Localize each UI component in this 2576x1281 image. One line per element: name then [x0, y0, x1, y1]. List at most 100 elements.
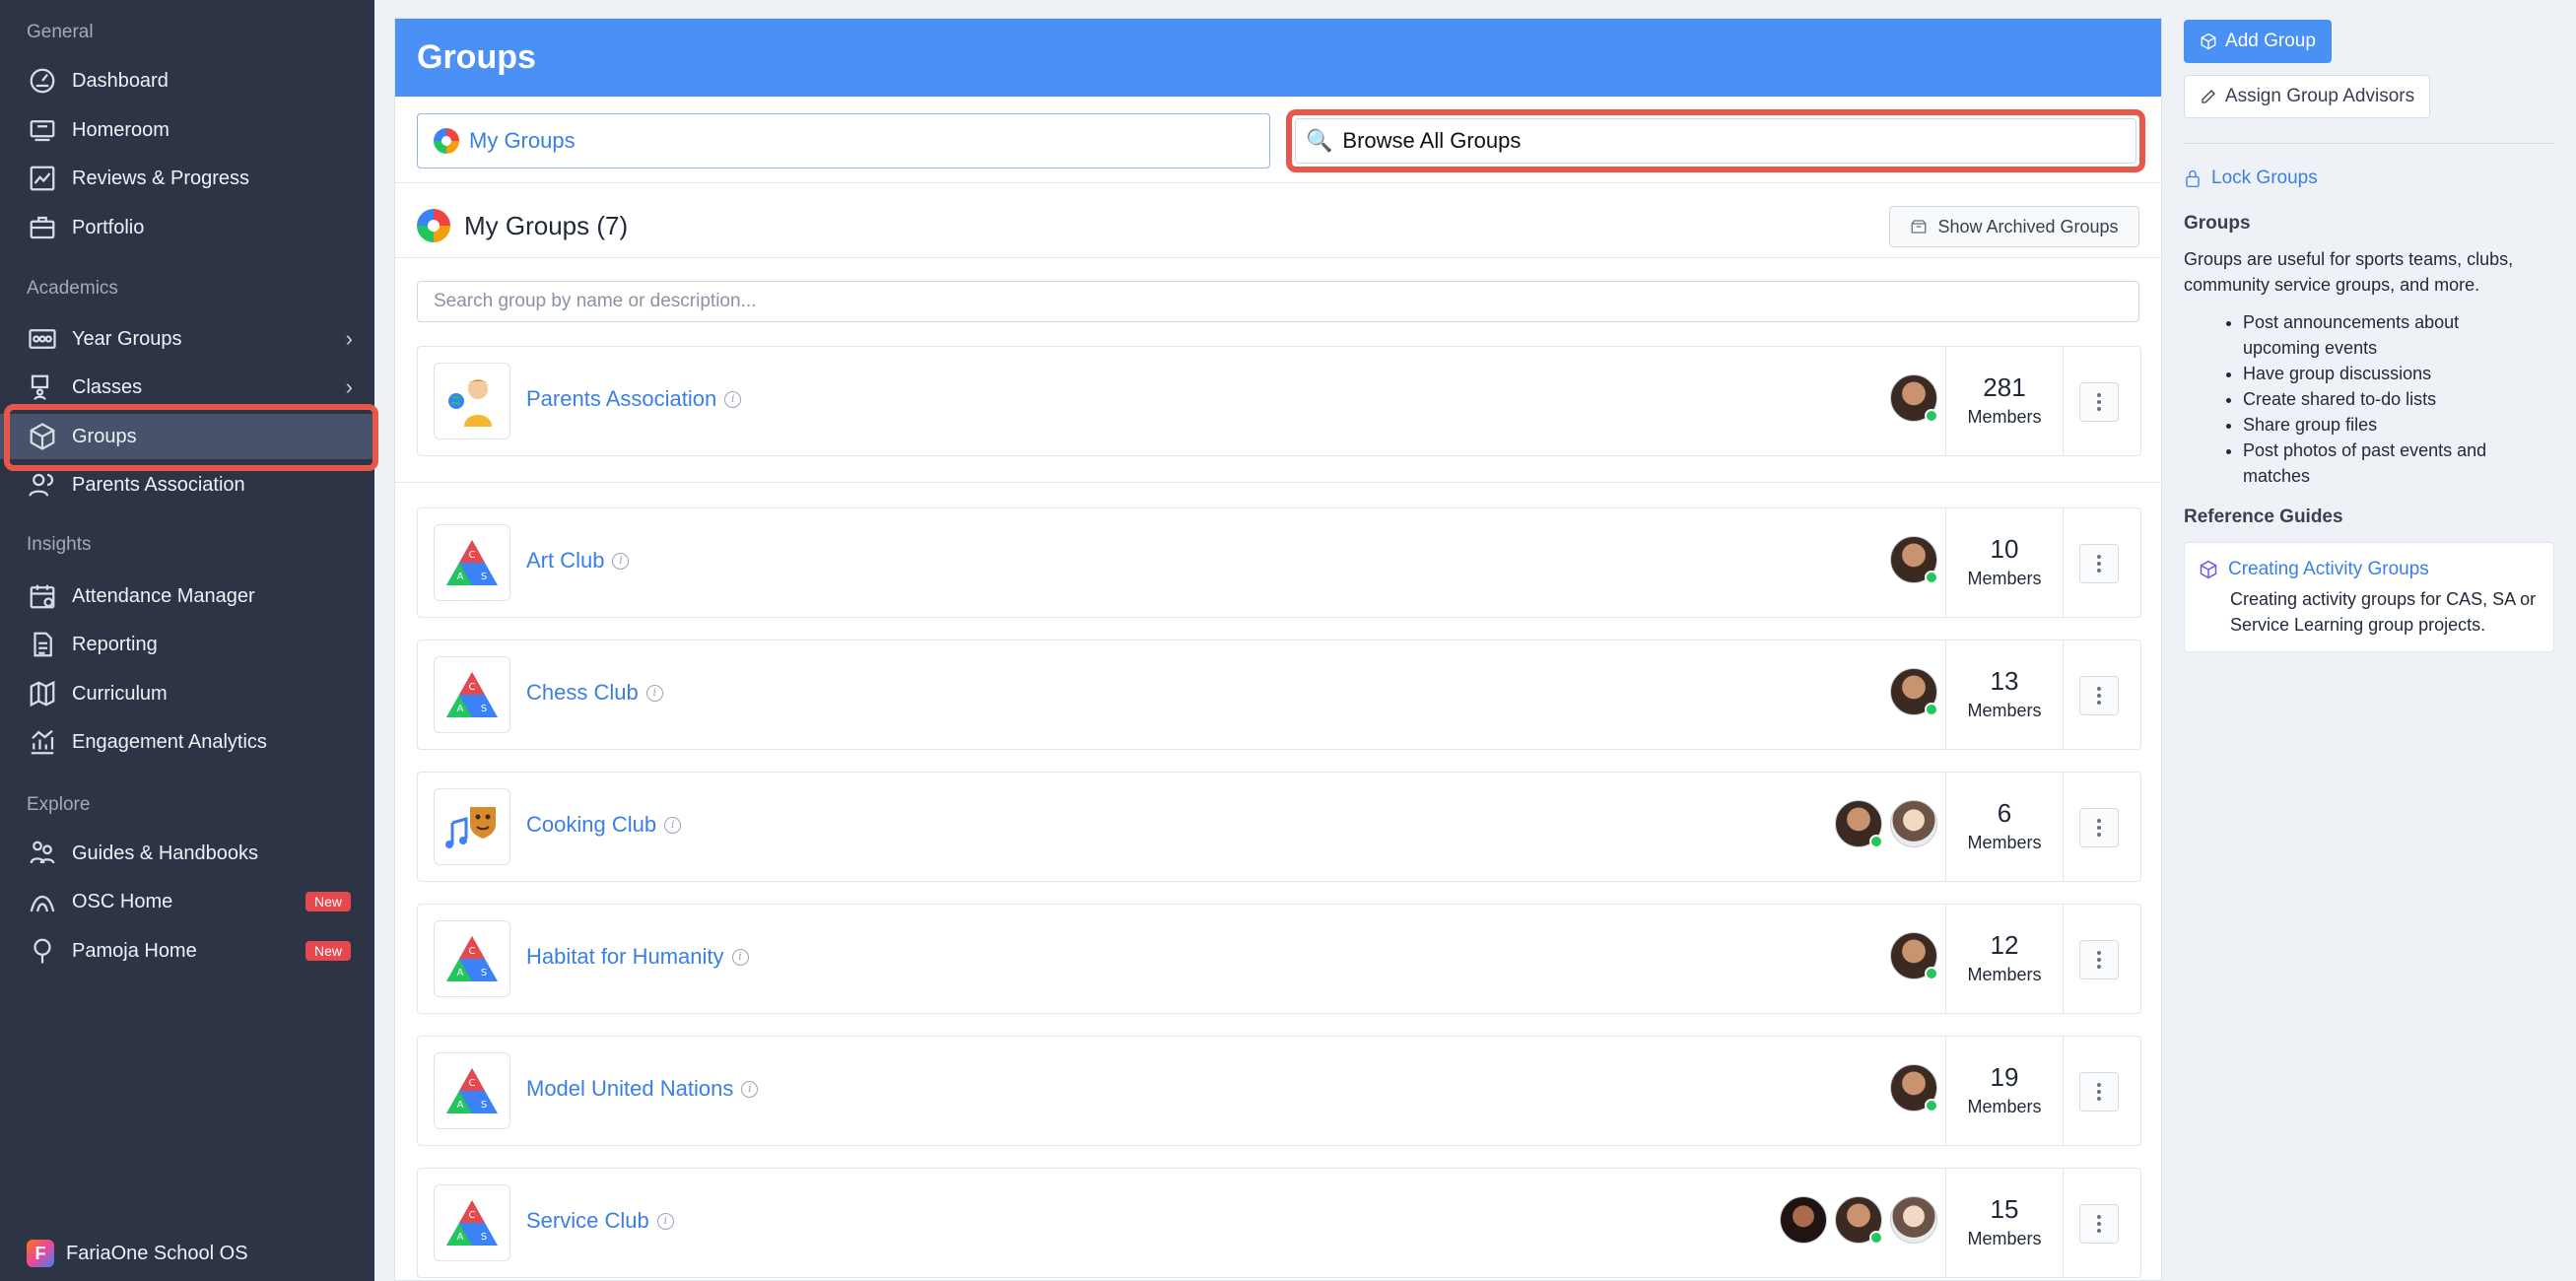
new-badge: New [305, 892, 351, 911]
cas-logo: C A S [434, 920, 510, 997]
svg-text:A: A [457, 572, 464, 582]
info-icon[interactable]: i [724, 390, 742, 408]
avatar[interactable] [1835, 800, 1883, 848]
cas-triangle-icon: C A S [446, 672, 498, 717]
sidebar-item-curriculum[interactable]: Curriculum [0, 671, 374, 716]
group-name: Model United Nations [526, 1076, 734, 1101]
svg-text:S: S [481, 968, 487, 978]
svg-text:S: S [481, 1232, 487, 1243]
creating-activity-groups-link[interactable]: Creating Activity Groups [2199, 559, 2429, 580]
member-count-label: Members [1967, 1097, 2042, 1116]
add-group-button[interactable]: Add Group [2184, 20, 2332, 63]
divider [395, 257, 2161, 258]
group-row-model-united-nations: C A S Model United Nations i 19 Members [417, 1036, 2141, 1146]
info-icon[interactable]: i [656, 1212, 674, 1230]
sidebar-section-general: General [27, 22, 94, 42]
avatar[interactable] [1890, 800, 1937, 847]
group-row-art-club: C A S Art Club i 10 Members [417, 507, 2141, 618]
svg-text:S: S [481, 572, 487, 582]
sidebar-item-dashboard[interactable]: Dashboard [0, 58, 374, 103]
sidebar-item-reporting[interactable]: Reporting [0, 622, 374, 667]
group-search-input[interactable] [418, 282, 2138, 321]
sidebar-item-guides-handbooks[interactable]: Guides & Handbooks [0, 831, 374, 876]
group-name-link[interactable]: Chess Club i [526, 680, 663, 706]
parents-icon [27, 469, 58, 501]
group-row-parents-association: Parents Association i 281 Members [417, 346, 2141, 456]
group-name-link[interactable]: Service Club i [526, 1208, 674, 1234]
group-name-link[interactable]: Art Club i [526, 548, 630, 573]
online-status-dot [1869, 1231, 1883, 1245]
group-name: Cooking Club [526, 812, 657, 837]
sidebar-item-engagement-analytics[interactable]: Engagement Analytics [0, 719, 374, 765]
button-label: Assign Group Advisors [2224, 86, 2415, 106]
group-name: Habitat for Humanity [526, 944, 724, 969]
member-count-label: Members [1967, 407, 2042, 427]
parents-association-logo [434, 363, 510, 439]
avatar[interactable] [1890, 1196, 1937, 1244]
svg-text:C: C [469, 1078, 476, 1089]
info-icon[interactable]: i [645, 684, 663, 702]
svg-text:C: C [469, 1210, 476, 1221]
sidebar-item-homeroom[interactable]: Homeroom [0, 107, 374, 153]
sidebar-item-year-groups[interactable]: Year Groups › [0, 316, 374, 362]
online-status-dot [1925, 409, 1938, 423]
group-name-link[interactable]: Habitat for Humanity i [526, 944, 749, 970]
avatar[interactable] [1835, 1196, 1883, 1245]
more-options-button[interactable] [2079, 676, 2119, 715]
online-status-dot [1925, 571, 1938, 584]
sidebar-item-label: OSC Home [72, 890, 173, 912]
svg-text:C: C [469, 682, 476, 693]
sidebar-item-attendance-manager[interactable]: Attendance Manager [0, 573, 374, 619]
briefcase-icon [27, 212, 58, 243]
tab-browse-all-groups[interactable]: 🔍 Browse All Groups [1286, 109, 2145, 172]
member-count: 15 Members [1945, 1169, 2064, 1277]
avatar[interactable] [1780, 1196, 1827, 1244]
more-options-button[interactable] [2079, 808, 2119, 847]
sidebar-footer[interactable]: F FariaOne School OS [27, 1240, 248, 1267]
info-icon[interactable]: i [612, 552, 630, 570]
more-options-button[interactable] [2079, 1072, 2119, 1112]
info-icon[interactable]: i [731, 948, 749, 966]
sidebar-item-portfolio[interactable]: Portfolio [0, 205, 374, 250]
info-icon[interactable]: i [741, 1080, 759, 1098]
member-count: 6 Members [1945, 773, 2064, 881]
member-count-number: 13 [1990, 666, 2019, 696]
group-name-link[interactable]: Model United Nations i [526, 1076, 759, 1102]
member-count-label: Members [1967, 1229, 2042, 1248]
more-options-button[interactable] [2079, 940, 2119, 979]
advisor-avatars [1780, 1196, 1937, 1245]
sidebar-item-label: Reviews & Progress [72, 167, 250, 189]
divider [395, 182, 2161, 183]
tab-my-groups[interactable]: My Groups [417, 113, 1270, 169]
show-archived-groups-button[interactable]: Show Archived Groups [1889, 206, 2139, 247]
group-row-service-club: C A S Service Club i 15 Members [417, 1168, 2141, 1278]
svg-text:A: A [457, 968, 464, 978]
svg-text:C: C [469, 550, 476, 561]
more-options-button[interactable] [2079, 382, 2119, 422]
info-icon[interactable]: i [664, 816, 682, 834]
avatar[interactable] [1890, 1064, 1938, 1112]
list-title: My Groups (7) [464, 210, 629, 240]
calendar-icon [27, 580, 58, 612]
sidebar-item-label: Engagement Analytics [72, 730, 267, 753]
assign-group-advisors-button[interactable]: Assign Group Advisors [2184, 75, 2430, 118]
more-options-button[interactable] [2079, 544, 2119, 583]
sidebar-item-reviews-progress[interactable]: Reviews & Progress [0, 156, 374, 201]
group-name-link[interactable]: Parents Association i [526, 386, 742, 412]
analytics-icon [27, 726, 58, 758]
sidebar-item-pamoja-home[interactable]: Pamoja Home New [0, 928, 374, 974]
avatar[interactable] [1890, 536, 1938, 584]
sidebar-item-osc-home[interactable]: OSC Home New [0, 879, 374, 924]
more-options-button[interactable] [2079, 1204, 2119, 1244]
guides-icon [27, 838, 58, 869]
avatar[interactable] [1890, 668, 1938, 716]
member-count-number: 15 [1990, 1194, 2019, 1224]
list-item: Share group files [2243, 412, 2539, 438]
lock-groups-link[interactable]: Lock Groups [2184, 168, 2318, 189]
avatar[interactable] [1890, 932, 1938, 980]
group-name-link[interactable]: Cooking Club i [526, 812, 682, 838]
member-count-number: 281 [1983, 372, 2026, 402]
sidebar-item-label: Curriculum [72, 682, 168, 705]
avatar[interactable] [1890, 374, 1938, 423]
member-count-label: Members [1967, 569, 2042, 588]
